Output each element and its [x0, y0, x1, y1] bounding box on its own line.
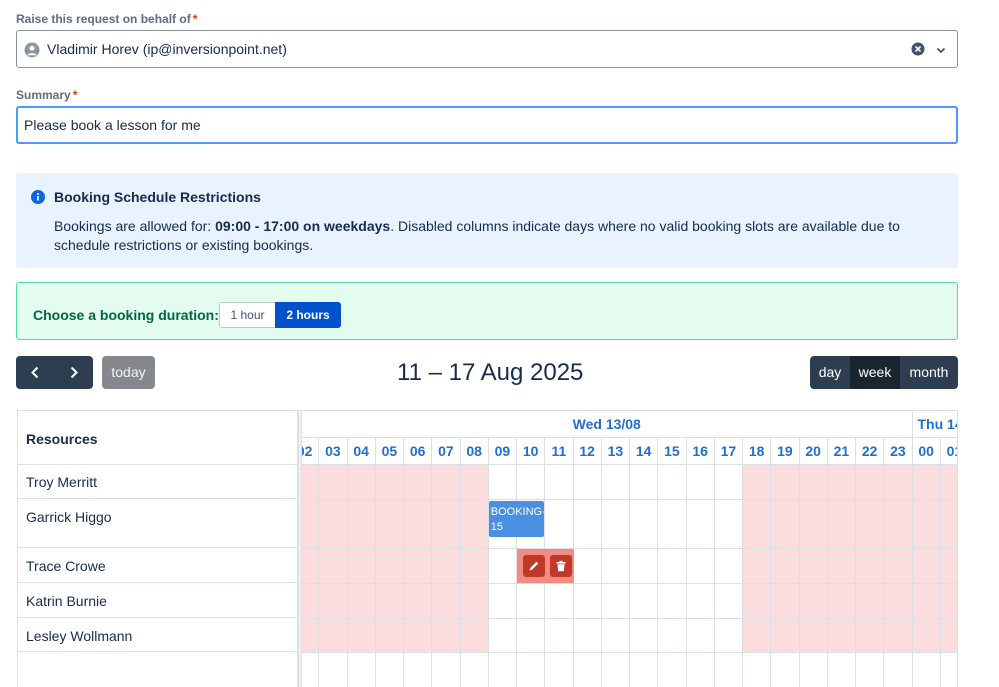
hour-header: 12 [572, 438, 601, 465]
view-week-button[interactable]: week [850, 356, 900, 389]
resource-name: Trace Crowe [26, 558, 106, 574]
hour-header: 06 [403, 438, 432, 465]
next-button[interactable] [55, 356, 93, 389]
summary-label-text: Summary [16, 88, 71, 102]
prev-button[interactable] [16, 356, 54, 389]
resource-row[interactable]: Garrick Higgo [18, 499, 298, 548]
resources-header: Resources [17, 410, 298, 465]
chevron-down-icon[interactable] [935, 43, 947, 55]
hour-header: 19 [770, 438, 799, 465]
resource-row[interactable]: Lesley Wollmann [18, 618, 298, 652]
grid-row-line [302, 583, 957, 584]
resources-header-label: Resources [26, 431, 98, 447]
calendar-nav [16, 356, 93, 389]
resource-name: Katrin Burnie [26, 593, 107, 609]
resource-row[interactable]: Trace Crowe [18, 548, 298, 583]
hour-header: 05 [374, 438, 403, 465]
required-marker: * [192, 12, 198, 26]
hour-header: 01 [939, 438, 957, 465]
hour-header: 22 [855, 438, 884, 465]
hour-header: 18 [742, 438, 771, 465]
grid-row-line [302, 618, 957, 619]
hour-header: 23 [883, 438, 912, 465]
restrictions-text-prefix: Bookings are allowed for: [54, 218, 216, 234]
behalf-select[interactable]: Vladimir Horev (ip@inversionpoint.net) [16, 30, 958, 68]
hour-header: 20 [798, 438, 827, 465]
hour-header: 10 [516, 438, 545, 465]
day-header: Thu 14/08 [911, 411, 957, 438]
behalf-value: Vladimir Horev (ip@inversionpoint.net) [47, 41, 287, 57]
chevron-left-icon [31, 366, 39, 379]
hour-header: 16 [685, 438, 714, 465]
duration-1-hour-button[interactable]: 1 hour [219, 302, 276, 328]
behalf-label: Raise this request on behalf of * [16, 12, 197, 26]
restrictions-panel: Booking Schedule Restrictions Bookings a… [16, 173, 958, 268]
disabled-cells [742, 465, 957, 653]
hour-header: 13 [600, 438, 629, 465]
behalf-label-text: Raise this request on behalf of [16, 12, 191, 26]
hour-header: 04 [346, 438, 375, 465]
hour-header: 11 [544, 438, 573, 465]
resource-name: Garrick Higgo [26, 509, 112, 525]
duration-2-hours-button[interactable]: 2 hours [275, 302, 341, 328]
view-month-button[interactable]: month [900, 356, 958, 389]
info-icon [31, 190, 45, 204]
hour-header: 00 [911, 438, 940, 465]
hour-header: 17 [713, 438, 742, 465]
chevron-right-icon [70, 366, 78, 379]
view-switcher: day week month [810, 356, 958, 389]
resource-row[interactable]: Katrin Burnie [18, 583, 298, 618]
trash-icon [556, 560, 566, 572]
calendar-title: 11 – 17 Aug 2025 [397, 359, 584, 386]
duration-label: Choose a booking duration: [33, 307, 219, 323]
hour-header: 03 [318, 438, 347, 465]
grid-row-line [302, 499, 957, 500]
resource-row[interactable]: Troy Merritt [18, 464, 298, 499]
delete-selection-button[interactable] [550, 555, 572, 577]
summary-label: Summary * [16, 88, 77, 102]
resource-name: Lesley Wollmann [26, 628, 133, 644]
hour-header: 14 [629, 438, 658, 465]
hour-header: 07 [431, 438, 460, 465]
today-button[interactable]: today [102, 356, 155, 389]
view-day-button[interactable]: day [810, 356, 850, 389]
hour-header: 15 [657, 438, 686, 465]
edit-selection-button[interactable] [523, 555, 545, 577]
booking-event[interactable]: BOOKING-15 [488, 501, 545, 537]
restrictions-title: Booking Schedule Restrictions [54, 189, 261, 205]
user-avatar-icon [24, 42, 40, 58]
hour-header: 09 [487, 438, 516, 465]
hour-header: 08 [459, 438, 488, 465]
restrictions-hours: 09:00 - 17:00 on weekdays [215, 218, 391, 234]
timeline-grid: Wed 13/08Thu 14/08 0203040506070809101112… [302, 410, 958, 687]
grid-row-line [302, 548, 957, 549]
hour-header: 02 [302, 438, 319, 465]
restrictions-text: Bookings are allowed for: 09:00 - 17:00 … [54, 217, 944, 255]
required-marker: * [72, 88, 78, 102]
grid-row-line [302, 652, 957, 653]
duration-panel: Choose a booking duration: 1 hour 2 hour… [16, 282, 958, 340]
resources-list: Troy Merritt Garrick Higgo Trace Crowe K… [17, 464, 298, 687]
hour-header: 21 [826, 438, 855, 465]
resource-name: Troy Merritt [26, 474, 98, 490]
clear-icon[interactable] [911, 42, 925, 56]
summary-input[interactable] [16, 106, 958, 144]
day-header: Wed 13/08 [302, 411, 912, 438]
pencil-icon [529, 561, 539, 571]
